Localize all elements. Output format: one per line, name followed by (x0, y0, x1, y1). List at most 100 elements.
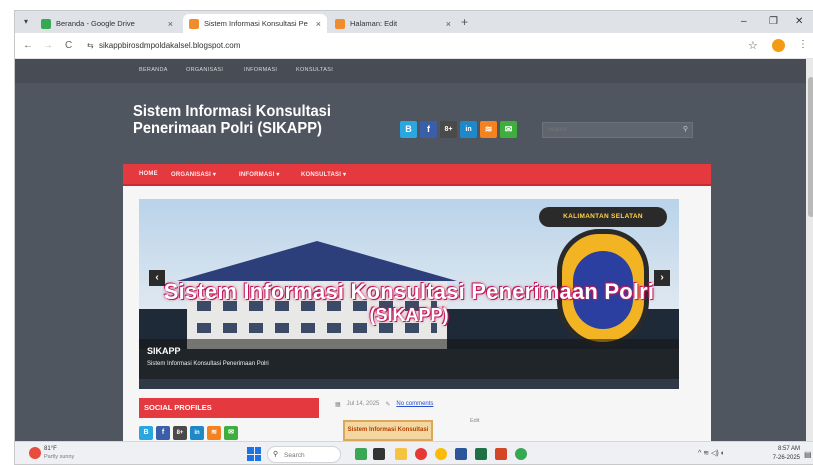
powerpoint-icon[interactable] (495, 448, 507, 460)
facebook-icon[interactable]: f (420, 121, 437, 138)
slide-headline-abbrev: (SIKAPP) (369, 305, 449, 325)
rss-icon[interactable]: ≋ (480, 121, 497, 138)
header-social-icons: B f 8+ in ≋ ✉ (400, 121, 517, 138)
start-tile (247, 447, 254, 454)
forward-button[interactable]: → (43, 40, 53, 52)
comment-icon: ✎ (385, 402, 391, 408)
tab-strip: ▾ Beranda - Google Drive × Sistem Inform… (15, 11, 813, 33)
blog-title-line2: Penerimaan Polri (SIKAPP) (133, 120, 322, 137)
minimize-button[interactable]: – (741, 16, 747, 28)
linkedin-icon[interactable]: in (190, 426, 204, 440)
post-thumbnail[interactable]: Sistem Informasi Konsultasi (343, 420, 433, 441)
tab-google-drive[interactable]: Beranda - Google Drive × (35, 14, 179, 33)
rss-icon[interactable]: ≋ (207, 426, 221, 440)
reload-button[interactable]: C (65, 40, 72, 52)
search-icon: ⚲ (273, 451, 279, 458)
chrome-profile-icon[interactable] (515, 448, 527, 460)
slider-prev-button[interactable]: ‹ (149, 270, 165, 286)
windows-taskbar: 81°F Partly sunny ⚲ ^ ≋ ◁) ◐ 8:57 AM 7-2… (15, 441, 813, 464)
browser-menu-button[interactable]: ⋮ (798, 39, 808, 50)
clock[interactable]: 8:57 AM 7-26-2025 (770, 445, 800, 463)
email-icon[interactable]: ✉ (500, 121, 517, 138)
blogger-icon[interactable]: B (400, 121, 417, 138)
badge-banner: KALIMANTAN SELATAN (539, 207, 667, 227)
tab-title: Beranda - Google Drive (56, 19, 135, 28)
start-button[interactable] (247, 447, 261, 461)
opera-icon[interactable] (415, 448, 427, 460)
new-tab-button[interactable]: + (461, 15, 468, 29)
task-view-icon[interactable] (373, 448, 385, 460)
start-tile (254, 454, 261, 461)
facebook-icon[interactable]: f (156, 426, 170, 440)
start-tile (254, 447, 261, 454)
menu-informasi[interactable]: INFORMASI ▾ (239, 171, 280, 178)
tab-search-icon[interactable]: ▾ (19, 15, 33, 29)
building-roof (177, 241, 457, 281)
close-icon[interactable]: × (446, 19, 451, 29)
taskbar-search[interactable]: ⚲ (267, 446, 341, 463)
tune-icon[interactable]: ⇆ (87, 41, 94, 50)
weather-temp: 81°F (44, 446, 57, 452)
tab-title: Sistem Informasi Konsultasi Pe (204, 19, 308, 28)
top-menu-informasi[interactable]: INFORMASI (244, 67, 277, 73)
menu-home[interactable]: HOME (139, 171, 158, 177)
calendar-icon: ▦ (335, 402, 341, 408)
blogger-icon (335, 18, 345, 29)
excel-icon[interactable] (475, 448, 487, 460)
star-icon[interactable]: ☆ (748, 39, 758, 52)
email-icon[interactable]: ✉ (224, 426, 238, 440)
caption-subtitle: Sistem Informasi Konsultasi Penerimaan P… (147, 361, 269, 367)
word-icon[interactable] (455, 448, 467, 460)
widgets-app-icon[interactable] (355, 448, 367, 460)
clock-date: 7-26-2025 (772, 455, 800, 461)
blogger-icon[interactable]: B (139, 426, 153, 440)
page-viewport: BERANDA ORGANISASI INFORMASI KONSULTASI … (15, 59, 813, 441)
featured-slider[interactable]: KALIMANTAN SELATAN Sistem Informasi Kons… (139, 199, 679, 389)
start-tile (247, 454, 254, 461)
blog-title-line1: Sistem Informasi Konsultasi (133, 103, 331, 120)
post-comments-link[interactable]: No comments (396, 401, 433, 408)
screenshot-frame: ▾ Beranda - Google Drive × Sistem Inform… (14, 10, 813, 465)
main-menu: HOME ORGANISASI ▾ INFORMASI ▾ KONSULTASI… (123, 164, 711, 186)
system-tray[interactable]: ^ ≋ ◁) ◐ (698, 449, 725, 457)
content-area: KALIMANTAN SELATAN Sistem Informasi Kons… (123, 186, 711, 441)
post-date: Jul 14, 2025 (346, 401, 380, 407)
address-bar[interactable]: sikappbirosdmpoldakalsel.blogspot.com (99, 41, 240, 50)
linkedin-icon[interactable]: in (460, 121, 477, 138)
blog-title[interactable]: Sistem Informasi Konsultasi Penerimaan P… (133, 103, 354, 137)
googleplus-icon[interactable]: 8+ (440, 121, 457, 138)
top-menu-beranda[interactable]: BERANDA (139, 67, 168, 73)
blogger-icon (189, 18, 199, 29)
close-icon[interactable]: × (168, 19, 173, 29)
caption-title[interactable]: SIKAPP (147, 346, 181, 356)
social-profiles-icons: B f 8+ in ≋ ✉ (139, 426, 238, 440)
chrome-icon[interactable] (435, 448, 447, 460)
close-window-button[interactable]: ✕ (795, 16, 803, 28)
search-icon[interactable]: ⚲ (683, 125, 688, 133)
tab-halaman-edit[interactable]: Halaman: Edit × (329, 14, 457, 33)
post-edit-link[interactable]: Edit (470, 418, 479, 424)
restore-button[interactable]: ❐ (769, 16, 778, 28)
file-explorer-icon[interactable] (395, 448, 407, 460)
weather-condition: Partly sunny (44, 454, 75, 460)
tab-sikapp[interactable]: Sistem Informasi Konsultasi Pe × (183, 14, 327, 33)
profile-avatar[interactable] (772, 39, 785, 52)
slider-next-button[interactable]: › (654, 270, 670, 286)
notification-icon[interactable]: ▤ (804, 450, 812, 459)
slide-headline: Sistem Informasi Konsultasi Penerimaan P… (163, 279, 655, 304)
back-button[interactable]: ← (23, 40, 33, 52)
top-menu-organisasi[interactable]: ORGANISASI (186, 67, 223, 73)
taskbar-search-input[interactable] (284, 449, 338, 461)
googleplus-icon[interactable]: 8+ (173, 426, 187, 440)
scrollbar-thumb[interactable] (808, 77, 813, 217)
menu-organisasi[interactable]: ORGANISASI ▾ (171, 171, 216, 178)
top-menu-konsultasi[interactable]: KONSULTASI (296, 67, 333, 73)
top-menu: BERANDA ORGANISASI INFORMASI KONSULTASI (15, 59, 806, 83)
slide-caption: SIKAPP Sistem Informasi Konsultasi Pener… (139, 339, 679, 379)
search-input[interactable] (543, 123, 673, 137)
browser-toolbar: ← → C ⇆ sikappbirosdmpoldakalsel.blogspo… (15, 33, 813, 59)
close-icon[interactable]: × (316, 19, 321, 29)
blog-search: ⚲ (542, 122, 693, 138)
page-scrollbar[interactable] (806, 59, 813, 441)
menu-konsultasi[interactable]: KONSULTASI ▾ (301, 171, 346, 178)
